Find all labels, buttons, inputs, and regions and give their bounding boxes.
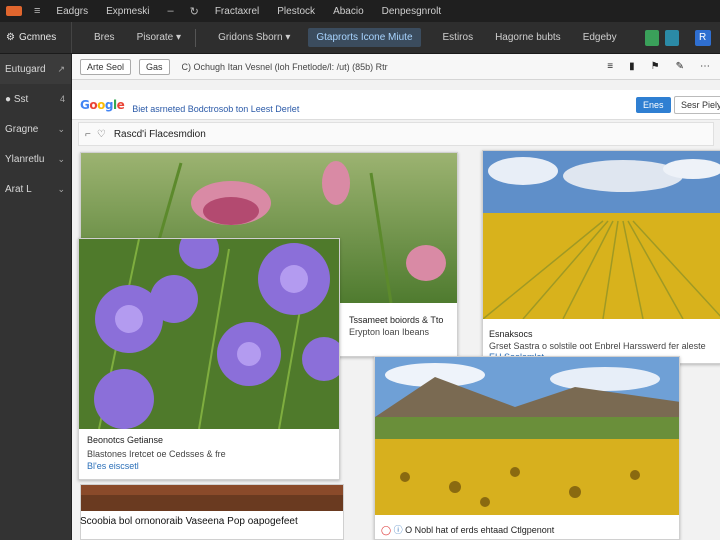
sidebar-item-label: Eutugard [5, 63, 46, 75]
search-logo[interactable]: Google [80, 98, 125, 112]
divider [195, 28, 197, 47]
tool-button[interactable]: Bres [94, 32, 115, 43]
image-result-card[interactable]: ◯ ⓘ O Nobl hat of erds ehtaad Ctlgpenont [374, 356, 680, 540]
tool-button[interactable]: Hagorne bubts [495, 32, 561, 43]
blue-action-icon[interactable]: R [694, 29, 711, 46]
tool-button-active[interactable]: Gtaprorts Icone Miute [308, 28, 421, 47]
card-caption: Tssameet boiords & Tto [349, 315, 444, 325]
card-link[interactable]: Bl'es eiscsetl [87, 461, 139, 471]
secondary-button[interactable]: Sesr Piely [674, 96, 720, 114]
card-caption: Beonotcs Getianse [87, 435, 164, 445]
sidebar-item[interactable]: Ylanretlu ⌄ [0, 144, 71, 174]
info-icon[interactable]: ⓘ [394, 525, 403, 535]
tools-icon[interactable]: ✎ [676, 61, 684, 72]
tab-button[interactable]: Arte Seol [80, 58, 132, 75]
card-caption: Erypton loan Ibeans [349, 327, 430, 337]
address-bar-icons: ≡ ▮ ⚑ ✎ ⋯ [607, 61, 710, 72]
chevron-down-icon[interactable]: ⌄ [57, 184, 65, 195]
left-sidebar: Eutugard ↗ ● Sst 4 Gragne ⌄ Ylanretlu ⌄ … [0, 54, 72, 540]
bookmark-icon[interactable]: ▮ [629, 61, 635, 72]
title-menu-item[interactable]: Denpesgnrolt [382, 6, 441, 17]
card-caption: Blastones Iretcet oe Cedsses & fre [87, 449, 226, 459]
heart-icon[interactable]: ♡ [97, 129, 106, 140]
sidebar-item-label: Ylanretlu [5, 153, 45, 165]
image-result-card[interactable]: Esnaksocs Grset Sastra o solstile oot En… [482, 150, 720, 364]
title-menu-item[interactable]: Abacio [333, 6, 364, 17]
refresh-icon[interactable]: ↻ [190, 5, 199, 18]
tool-dropdown[interactable]: Gridons Sborn ▾ [218, 32, 290, 43]
chevron-down-icon[interactable]: ⌄ [57, 124, 65, 135]
number-icon: 4 [59, 94, 65, 104]
brand-label: Gcmnes [18, 32, 57, 43]
sidebar-item[interactable]: Gragne ⌄ [0, 114, 71, 144]
sidebar-item-label: ● Sst [5, 93, 29, 105]
title-menu-item[interactable]: Fractaxrel [215, 6, 259, 17]
soil-image [81, 485, 343, 511]
main-toolbar: ⚙ Gcmnes Bres Pisorate ▾ Gridons Sborn ▾… [0, 22, 720, 54]
card-caption: ◯ ⓘ O Nobl hat of erds ehtaad Ctlgpenont [381, 525, 555, 535]
search-bar: Google Biet asrneted Bodctrosob ton Lees… [72, 90, 720, 120]
results-header: ⌐ ♡ Rascd'i Flacesmdion [78, 122, 714, 146]
title-bar: ≡ Eadgrs Expmeski – ↻ Fractaxrel Plestoc… [0, 0, 720, 22]
title-menu-item[interactable]: Expmeski [106, 6, 149, 17]
teal-action-icon[interactable] [664, 29, 679, 46]
minus-icon[interactable]: – [167, 5, 173, 17]
hamburger-icon[interactable]: ≡ [34, 5, 40, 17]
sunflower-valley-image [375, 357, 679, 515]
pin-icon[interactable]: ⌐ [85, 129, 91, 140]
expand-icon[interactable]: ↗ [57, 64, 65, 75]
flag-icon[interactable]: ⚑ [651, 61, 660, 72]
edit-icon[interactable]: ◯ [381, 525, 391, 535]
menu-icon[interactable]: ≡ [607, 61, 613, 72]
tool-dropdown[interactable]: Pisorate ▾ [137, 32, 182, 43]
chevron-down-icon[interactable]: ⌄ [57, 154, 65, 165]
sidebar-item[interactable]: Eutugard ↗ [0, 54, 71, 84]
search-button[interactable]: Enes [636, 97, 671, 113]
sunflower-field-image [483, 151, 720, 319]
sidebar-item-label: Arat L [5, 183, 32, 195]
results-title: Rascd'i Flacesmdion [113, 128, 206, 140]
tab-button[interactable]: Gas [139, 58, 170, 75]
title-menu-item[interactable]: Eadgrs [56, 6, 88, 17]
image-result-card[interactable] [80, 484, 344, 540]
bottom-caption: Scoobia bol ornonoraib Vaseena Pop oapog… [80, 516, 298, 527]
overflow-icon[interactable]: ⋯ [700, 61, 710, 72]
search-input[interactable]: Biet asrneted Bodctrosob ton Leest Derle… [132, 104, 299, 114]
tool-button[interactable]: Estiros [443, 32, 474, 43]
gear-icon: ⚙ [6, 32, 15, 43]
card-caption: Grset Sastra o solstile oot Enbrel Harss… [489, 341, 706, 351]
image-result-card[interactable]: Beonotcs Getianse Blastones Iretcet oe C… [78, 238, 340, 480]
sidebar-item[interactable]: Arat L ⌄ [0, 174, 71, 204]
address-bar: Arte Seol Gas C) Ochugh Itan Vesnel (loh… [72, 54, 720, 80]
title-menu-item[interactable]: Plestock [277, 6, 315, 17]
sidebar-item-label: Gragne [5, 123, 39, 135]
sidebar-item[interactable]: ● Sst 4 [0, 84, 71, 114]
browser-pane: Arte Seol Gas C) Ochugh Itan Vesnel (loh… [72, 54, 720, 540]
brand[interactable]: ⚙ Gcmnes [0, 22, 72, 53]
app-icon[interactable] [6, 6, 22, 16]
purple-flowers-image [79, 239, 339, 429]
green-action-icon[interactable] [644, 29, 659, 46]
tool-button[interactable]: Edgeby [583, 32, 617, 43]
url-field[interactable]: C) Ochugh Itan Vesnel (loh Fnetlode/l: /… [182, 62, 542, 72]
card-caption: Esnaksocs [489, 329, 533, 339]
